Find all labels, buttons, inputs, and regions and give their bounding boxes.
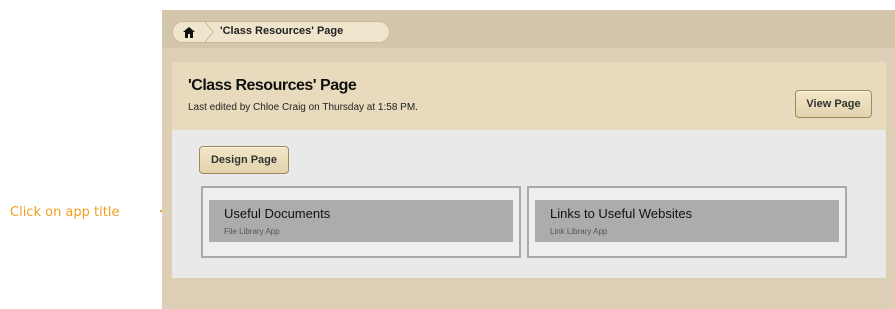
app-name: Links to Useful Websites <box>550 206 693 221</box>
page-header: 'Class Resources' Page Last edited by Ch… <box>172 62 886 130</box>
app-box-links: Links to Useful Websites Link Library Ap… <box>527 186 847 258</box>
design-page-button[interactable]: Design Page <box>199 146 289 174</box>
page-title: 'Class Resources' Page <box>188 77 357 94</box>
app-type: Link Library App <box>550 227 608 236</box>
app-name: Useful Documents <box>224 206 331 221</box>
app-title-links[interactable]: Links to Useful Websites Link Library Ap… <box>535 200 839 242</box>
app-title-useful-documents[interactable]: Useful Documents File Library App <box>209 200 513 242</box>
last-edited-text: Last edited by Chloe Craig on Thursday a… <box>188 102 418 113</box>
breadcrumb: 'Class Resources' Page <box>172 21 390 43</box>
breadcrumb-separator-icon <box>204 22 214 42</box>
app-type: File Library App <box>224 227 280 236</box>
view-page-button[interactable]: View Page <box>795 90 872 118</box>
breadcrumb-bar: 'Class Resources' Page <box>162 10 895 48</box>
app-box-useful-documents: Useful Documents File Library App <box>201 186 521 258</box>
home-icon <box>183 26 195 38</box>
annotation-label: Click on app title <box>10 205 120 220</box>
breadcrumb-current[interactable]: 'Class Resources' Page <box>220 25 343 37</box>
home-button[interactable] <box>173 22 205 42</box>
